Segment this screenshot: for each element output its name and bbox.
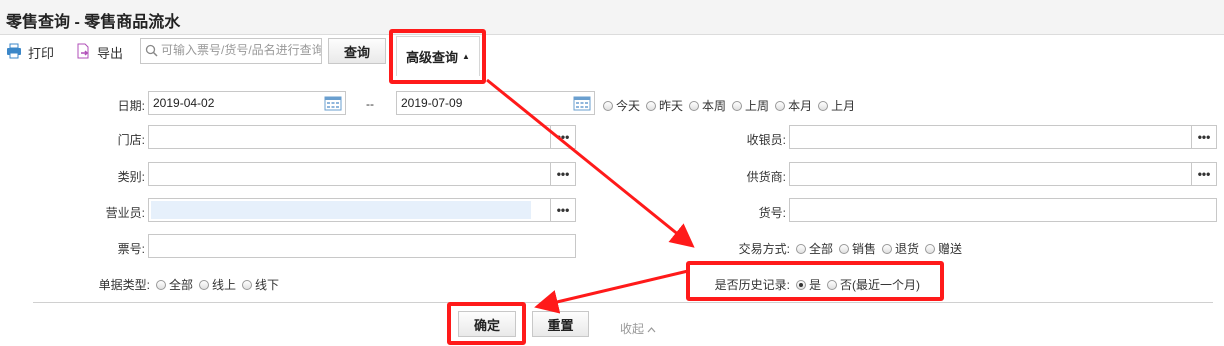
radio-doc-all[interactable]: 全部 xyxy=(156,276,193,293)
store-picker-button[interactable]: ••• xyxy=(550,126,575,148)
title-bar xyxy=(0,0,1224,35)
printer-icon xyxy=(6,43,22,62)
supplier-picker-button[interactable]: ••• xyxy=(1191,163,1216,185)
confirm-button[interactable]: 确定 xyxy=(458,311,516,337)
advanced-query-tab[interactable]: 高级查询 ▲ xyxy=(396,36,480,76)
store-field[interactable]: ••• xyxy=(148,125,576,149)
calendar-icon[interactable] xyxy=(573,95,591,114)
trade-mode-options: 全部 销售 退货 赠送 xyxy=(796,240,962,257)
store-label: 门店: xyxy=(117,133,145,147)
end-date-field[interactable]: 2019-07-09 xyxy=(396,91,595,115)
date-label: 日期: xyxy=(117,99,145,113)
radio-trade-return[interactable]: 退货 xyxy=(882,240,919,257)
category-picker-button[interactable]: ••• xyxy=(550,163,575,185)
category-label: 类别: xyxy=(117,170,145,184)
category-field[interactable]: ••• xyxy=(148,162,576,186)
caret-up-icon: ▲ xyxy=(462,52,470,61)
start-date-value: 2019-04-02 xyxy=(153,96,215,110)
item-no-field[interactable] xyxy=(789,198,1217,222)
end-date-value: 2019-07-09 xyxy=(401,96,463,110)
history-options: 是 否(最近一个月) xyxy=(796,276,920,293)
radio-history-yes[interactable]: 是 xyxy=(796,276,821,293)
salesperson-picker-button[interactable]: ••• xyxy=(550,199,575,221)
doc-type-options: 全部 线上 线下 xyxy=(156,276,279,293)
radio-history-no[interactable]: 否(最近一个月) xyxy=(827,276,920,293)
radio-this-month[interactable]: 本月 xyxy=(775,97,812,114)
salesperson-label: 营业员: xyxy=(105,206,145,220)
radio-today[interactable]: 今天 xyxy=(603,97,640,114)
salesperson-field[interactable]: ••• xyxy=(148,198,576,222)
ticket-label: 票号: xyxy=(117,242,145,256)
supplier-label: 供货商: xyxy=(746,170,786,184)
radio-trade-sale[interactable]: 销售 xyxy=(839,240,876,257)
query-button[interactable]: 查询 xyxy=(328,38,386,64)
radio-this-week[interactable]: 本周 xyxy=(689,97,726,114)
collapse-label: 收起 xyxy=(620,322,645,336)
page-title: 零售查询 - 零售商品流水 xyxy=(6,14,181,31)
doc-type-label: 单据类型: xyxy=(98,278,150,292)
supplier-field[interactable]: ••• xyxy=(789,162,1217,186)
export-label: 导出 xyxy=(97,46,124,61)
advanced-query-label: 高级查询 xyxy=(406,50,459,65)
cashier-label: 收银员: xyxy=(746,133,786,147)
divider xyxy=(33,302,1213,303)
search-input[interactable] xyxy=(161,39,321,61)
salesperson-autofill xyxy=(151,201,531,219)
start-date-field[interactable]: 2019-04-02 xyxy=(148,91,346,115)
chevron-up-icon xyxy=(647,322,656,336)
radio-last-month[interactable]: 上月 xyxy=(818,97,855,114)
search-box xyxy=(140,38,322,64)
cashier-field[interactable]: ••• xyxy=(789,125,1217,149)
search-icon xyxy=(145,44,158,60)
radio-trade-all[interactable]: 全部 xyxy=(796,240,833,257)
history-label: 是否历史记录: xyxy=(714,278,790,292)
item-no-label: 货号: xyxy=(758,206,786,220)
calendar-icon[interactable] xyxy=(324,95,342,114)
ticket-field[interactable] xyxy=(148,234,576,258)
collapse-toggle[interactable]: 收起 xyxy=(620,320,656,337)
trade-mode-label: 交易方式: xyxy=(738,242,790,256)
arrow-to-confirm xyxy=(534,269,689,314)
export-icon xyxy=(75,43,91,62)
print-button[interactable]: 打印 xyxy=(6,43,54,62)
radio-trade-gift[interactable]: 赠送 xyxy=(925,240,962,257)
print-label: 打印 xyxy=(28,46,55,61)
radio-last-week[interactable]: 上周 xyxy=(732,97,769,114)
export-button[interactable]: 导出 xyxy=(75,43,123,62)
reset-button[interactable]: 重置 xyxy=(532,311,589,337)
radio-doc-online[interactable]: 线上 xyxy=(199,276,236,293)
radio-doc-offline[interactable]: 线下 xyxy=(242,276,279,293)
radio-yesterday[interactable]: 昨天 xyxy=(646,97,683,114)
cashier-picker-button[interactable]: ••• xyxy=(1191,126,1216,148)
date-separator: -- xyxy=(366,97,374,111)
date-quick-range: 今天 昨天 本周 上周 本月 上月 xyxy=(603,97,855,114)
